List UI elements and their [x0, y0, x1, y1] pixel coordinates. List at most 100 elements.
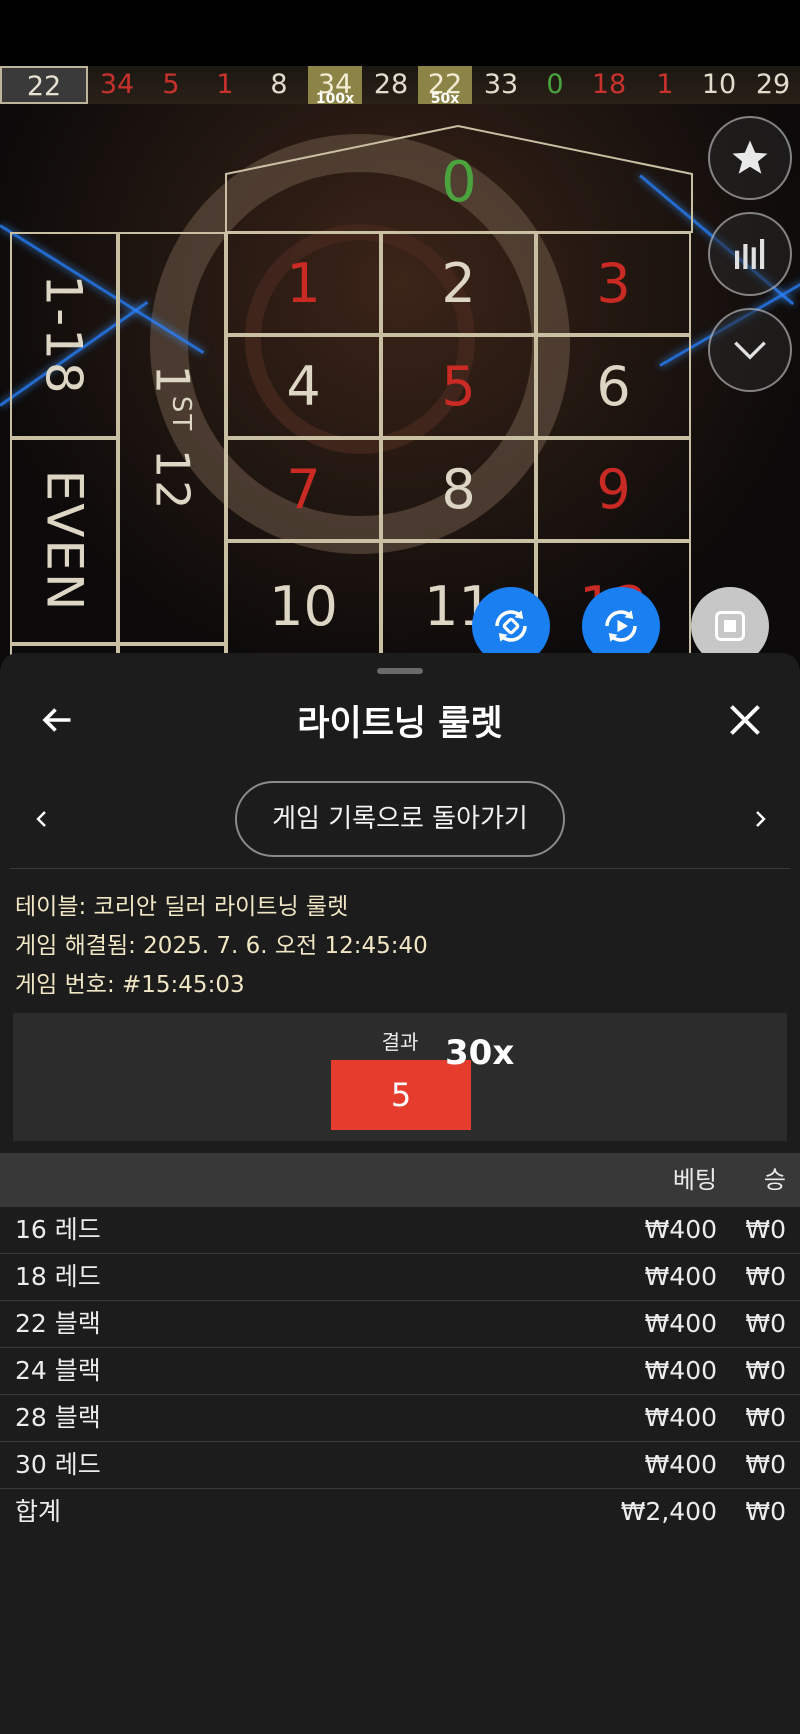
statistics-button[interactable]: [708, 212, 792, 296]
col-bet-header: 베팅: [672, 1166, 717, 1194]
number-label: 9: [596, 458, 631, 521]
history-result: 34: [90, 66, 144, 104]
history-number: 0: [546, 69, 564, 100]
stats-icon: [735, 239, 765, 269]
star-icon: [732, 140, 768, 174]
history-result: 10: [692, 66, 746, 104]
bet-row: 16 레드 ₩400 ₩0: [0, 1207, 800, 1254]
resolved-info: 게임 해결됨: 2025. 7. 6. 오전 12:45:40: [15, 933, 428, 959]
win-amount: ₩0: [745, 1215, 786, 1244]
low-label: 1-18: [35, 274, 94, 396]
number-label: 4: [286, 355, 321, 418]
stop-icon: [715, 611, 745, 641]
number-label: 7: [286, 458, 321, 521]
autoplay-icon: [495, 610, 527, 642]
bet-row: 24 블랙 ₩400 ₩0: [0, 1348, 800, 1395]
number-label: 6: [596, 355, 631, 418]
col-win-header: 승: [763, 1166, 786, 1194]
bet-1-18[interactable]: 1-18: [10, 232, 118, 438]
number-label: 8: [441, 458, 476, 521]
bet-row: 28 블랙 ₩400 ₩0: [0, 1395, 800, 1442]
number-label: 1: [286, 252, 321, 315]
history-result: 1: [638, 66, 692, 104]
favorite-button[interactable]: [708, 116, 792, 200]
zero-label: 0: [441, 149, 477, 215]
bet-number[interactable]: 3: [536, 232, 691, 335]
history-number: 8: [270, 69, 288, 100]
zero-pocket[interactable]: 0: [226, 134, 692, 230]
back-to-history-button[interactable]: 게임 기록으로 돌아가기: [235, 781, 565, 857]
bet-number[interactable]: 9: [536, 438, 691, 541]
next-game-button[interactable]: [742, 801, 778, 837]
divider: [10, 868, 790, 869]
history-result: 5: [144, 66, 198, 104]
bet-row: 30 레드 ₩400 ₩0: [0, 1442, 800, 1489]
history-number: 5: [162, 69, 180, 100]
history-number: 10: [701, 69, 737, 100]
result-multiplier: 30x: [445, 1033, 515, 1073]
history-number: 34: [99, 69, 135, 100]
total-bet: ₩2,400: [620, 1497, 717, 1526]
bet-row: 22 블랙 ₩400 ₩0: [0, 1301, 800, 1348]
win-amount: ₩0: [745, 1403, 786, 1432]
history-number: 29: [755, 69, 791, 100]
history-result: 22: [0, 66, 88, 104]
bet-number[interactable]: 2: [381, 232, 536, 335]
history-result: 1: [198, 66, 252, 104]
bet-name: 16 레드: [15, 1215, 101, 1244]
history-number: 18: [591, 69, 627, 100]
total-label: 합계: [15, 1497, 62, 1526]
result-box: 결과 5 30x: [13, 1013, 787, 1141]
bet-amount: ₩400: [644, 1403, 717, 1432]
bet-name: 22 블랙: [15, 1309, 101, 1338]
number-label: 3: [596, 252, 631, 315]
first-dozen-label: 1ST 12: [145, 364, 199, 512]
bet-first-dozen[interactable]: 1ST 12: [118, 232, 226, 644]
bet-number[interactable]: 6: [536, 335, 691, 438]
total-row: 합계 ₩2,400 ₩0: [0, 1489, 800, 1535]
bet-number[interactable]: 8: [381, 438, 536, 541]
even-label: EVEN: [35, 469, 94, 613]
close-icon: [730, 705, 760, 735]
table-info: 테이블: 코리안 딜러 라이트닝 룰렛: [15, 894, 349, 920]
history-number: 28: [373, 69, 409, 100]
history-number: 1: [656, 69, 674, 100]
result-history-strip: 22 34 5 1 8 34 100x 28 22 50x 33 0 18 1 10 29: [0, 66, 800, 106]
drag-handle[interactable]: [377, 668, 423, 674]
history-result: 29: [746, 66, 800, 104]
bet-number[interactable]: 7: [226, 438, 381, 541]
bets-table-header: 베팅 승: [0, 1153, 800, 1207]
bet-number[interactable]: 4: [226, 335, 381, 438]
bet-number[interactable]: 1: [226, 232, 381, 335]
panel-title: 라이트닝 룰렛: [297, 704, 503, 744]
close-button[interactable]: [718, 693, 772, 747]
total-win: ₩0: [745, 1497, 786, 1526]
replay-icon: [605, 610, 637, 642]
chevron-down-icon: [734, 341, 766, 360]
status-bar: [0, 0, 800, 66]
bet-number[interactable]: 10: [226, 541, 381, 664]
collapse-button[interactable]: [708, 308, 792, 392]
bet-number[interactable]: 5: [381, 335, 536, 438]
win-amount: ₩0: [745, 1356, 786, 1385]
history-result: 22 50x: [418, 66, 472, 106]
history-result: 8: [252, 66, 306, 104]
bet-name: 30 레드: [15, 1450, 101, 1479]
previous-game-button[interactable]: [24, 801, 60, 837]
result-label: 결과: [381, 1030, 419, 1054]
number-label: 10: [269, 574, 338, 638]
bet-name: 24 블랙: [15, 1356, 101, 1385]
chevron-right-icon: [756, 811, 766, 827]
number-label: 2: [441, 252, 476, 315]
history-result: 28: [364, 66, 418, 104]
chevron-left-icon: [36, 811, 46, 827]
history-result: 18: [582, 66, 636, 104]
history-result: 33: [474, 66, 528, 104]
bet-amount: ₩400: [644, 1356, 717, 1385]
bet-name: 28 블랙: [15, 1403, 101, 1432]
game-detail-panel: 라이트닝 룰렛 게임 기록으로 돌아가기 테이블: 코리안 딜러 라이트닝 룰렛…: [0, 653, 800, 1734]
history-number: 22: [26, 71, 62, 102]
bet-even[interactable]: EVEN: [10, 438, 118, 644]
history-number: 33: [483, 69, 519, 100]
number-label: 5: [441, 355, 476, 418]
